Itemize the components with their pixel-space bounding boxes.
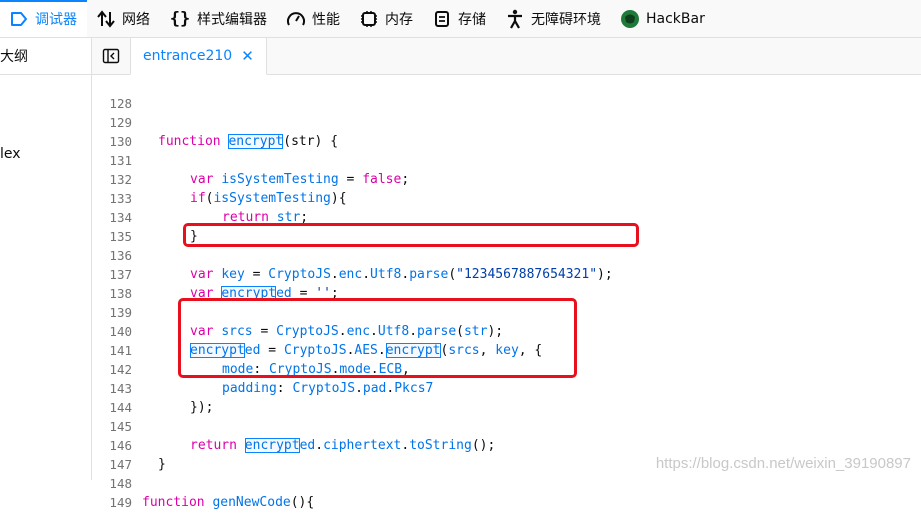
- code-line: 145 return encrypted.ciphertext.toString…: [92, 398, 495, 453]
- code-line: 141 mode: CryptoJS.mode.ECB,: [92, 322, 409, 377]
- source-file-tab[interactable]: entrance210 ✕: [130, 38, 267, 75]
- source-tab-bar: entrance210 ✕: [92, 38, 921, 75]
- code-line: 139 var srcs = CryptoJS.enc.Utf8.parse(s…: [92, 284, 503, 339]
- gauge-icon: [285, 9, 307, 29]
- tab-label: 样式编辑器: [197, 11, 267, 28]
- tab-network[interactable]: 网络: [87, 0, 160, 37]
- tab-accessibility[interactable]: 无障碍环境: [496, 0, 611, 37]
- tab-hackbar[interactable]: HackBar: [611, 0, 715, 37]
- tab-style-editor[interactable]: {} 样式编辑器: [160, 0, 277, 37]
- devtools-toolbar: 调试器 网络 {} 样式编辑器 性能 内存 存储 无障碍环境 HackBar: [0, 0, 921, 38]
- code-line: 146 }: [92, 417, 165, 472]
- tab-performance[interactable]: 性能: [277, 0, 350, 37]
- code-line: 149: [92, 474, 132, 510]
- outline-panel: 大纲 lex: [0, 38, 92, 480]
- debugger-icon: [8, 9, 30, 29]
- tab-label: 无障碍环境: [531, 11, 601, 28]
- network-arrows-icon: [95, 9, 117, 29]
- code-line: 128: [92, 75, 132, 111]
- code-line: 133 return str;: [92, 170, 308, 225]
- watermark: https://blog.csdn.net/weixin_39190897: [655, 455, 911, 472]
- code-line: 135: [92, 208, 132, 244]
- tab-label: 性能: [312, 11, 340, 28]
- code-line: 140 encrypted = CryptoJS.AES.encrypt(src…: [92, 303, 542, 358]
- outline-title: 大纲: [0, 49, 28, 65]
- annotation-box-key: [183, 223, 639, 247]
- tab-memory[interactable]: 内存: [350, 0, 423, 37]
- memory-chip-icon: [358, 9, 380, 29]
- code-line: 148 function genNewCode(){: [92, 455, 314, 510]
- code-line: 131 var isSystemTesting = false;: [92, 132, 409, 187]
- tab-label: 内存: [385, 11, 413, 28]
- hackbar-logo-icon: [619, 9, 641, 29]
- code-line: 144: [92, 379, 132, 415]
- tab-debugger[interactable]: 调试器: [0, 0, 87, 37]
- code-line: 142 padding: CryptoJS.pad.Pkcs7: [92, 341, 433, 396]
- tab-label: 调试器: [35, 11, 77, 28]
- tab-storage[interactable]: 存储: [423, 0, 496, 37]
- code-line: 143 });: [92, 360, 213, 415]
- line-number[interactable]: 149: [92, 493, 132, 512]
- storage-icon: [431, 9, 453, 29]
- sidebar-toggle-icon: [102, 48, 120, 64]
- toggle-sidebar-button[interactable]: [92, 38, 130, 74]
- code-line: 132 if(isSystemTesting){: [92, 151, 346, 206]
- code-editor[interactable]: 128 129 function encrypt(str) { 130 131 …: [92, 75, 921, 510]
- code-line: 138: [92, 265, 132, 301]
- accessibility-icon: [504, 9, 526, 29]
- outline-item[interactable]: lex: [0, 146, 21, 162]
- code-line: 134 }: [92, 189, 197, 244]
- close-icon[interactable]: ✕: [241, 47, 254, 65]
- braces-icon: {}: [169, 8, 191, 29]
- code-line: 147: [92, 436, 132, 472]
- code-line: 137 var encrypted = '';: [92, 246, 339, 301]
- tab-label: HackBar: [646, 10, 705, 27]
- code-line: 130: [92, 113, 132, 149]
- outline-header[interactable]: 大纲: [0, 38, 91, 75]
- code-line: 136 var key = CryptoJS.enc.Utf8.parse("1…: [92, 227, 612, 282]
- code-line: 129 function encrypt(str) {: [92, 94, 338, 149]
- tab-label: 存储: [458, 11, 486, 28]
- tab-label: 网络: [122, 11, 150, 28]
- file-tab-label: entrance210: [143, 48, 233, 64]
- annotation-box-aes: [178, 298, 577, 378]
